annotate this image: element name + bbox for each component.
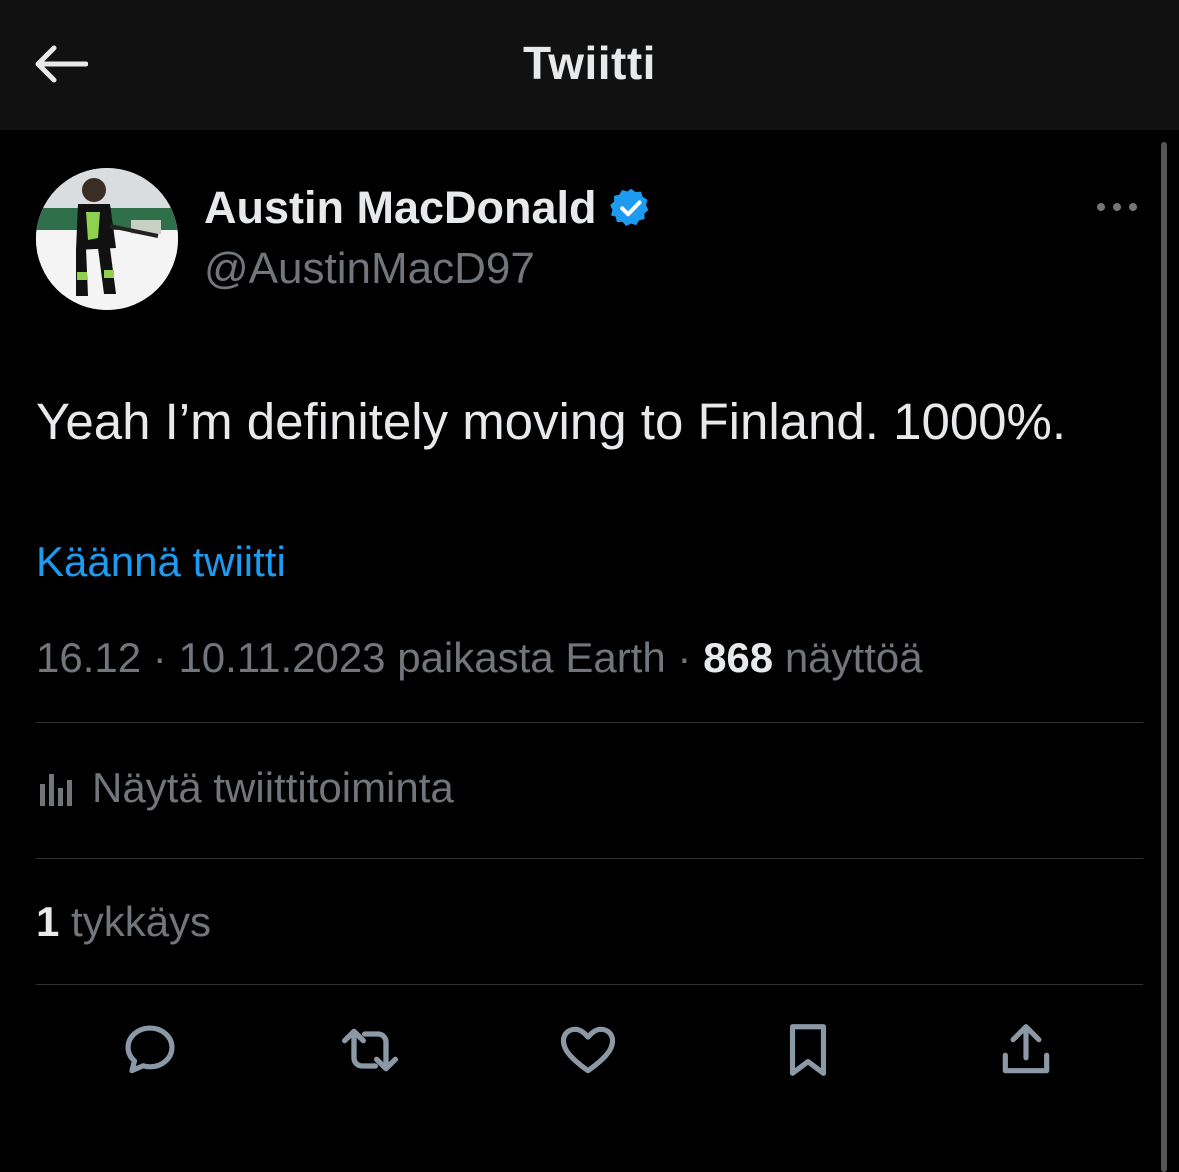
views-label: näyttöä xyxy=(784,634,923,681)
translate-tweet-link[interactable]: Käännä twiitti xyxy=(36,538,286,586)
speech-bubble-icon xyxy=(119,1019,181,1086)
tweet-date[interactable]: 10.11.2023 xyxy=(178,634,385,681)
bookmark-button[interactable] xyxy=(776,1020,840,1084)
likes-label: tykkäys xyxy=(71,898,212,945)
scrollbar[interactable] xyxy=(1161,142,1167,1172)
display-name: Austin MacDonald xyxy=(204,182,597,233)
verified-badge-icon xyxy=(609,186,653,230)
more-icon xyxy=(1095,200,1139,218)
top-bar: Twiitti xyxy=(0,0,1179,130)
more-options-button[interactable] xyxy=(1090,192,1144,226)
author-handle[interactable]: @AustinMacD97 xyxy=(204,244,535,294)
view-tweet-analytics-button[interactable]: Näytä twiittitoiminta xyxy=(36,760,454,816)
reply-button[interactable] xyxy=(118,1020,182,1084)
analytics-label: Näytä twiittitoiminta xyxy=(92,764,454,811)
analytics-icon xyxy=(36,768,76,808)
views-count: 868 xyxy=(703,634,774,681)
likes-summary[interactable]: 1 tykkäys xyxy=(36,898,211,946)
divider xyxy=(36,984,1143,985)
tweet-text: Yeah I’m definitely moving to Finland. 1… xyxy=(36,393,1067,450)
divider xyxy=(36,858,1143,859)
tweet-source: paikasta Earth xyxy=(397,634,666,681)
author-name[interactable]: Austin MacDonald xyxy=(204,182,653,234)
avatar[interactable] xyxy=(36,168,178,310)
retweet-icon xyxy=(338,1018,402,1087)
like-button[interactable] xyxy=(556,1020,620,1084)
tweet-metadata: 16.12 · 10.11.2023 paikasta Earth · 868 … xyxy=(36,634,923,681)
likes-count: 1 xyxy=(36,898,60,945)
retweet-button[interactable] xyxy=(338,1020,402,1084)
heart-icon xyxy=(557,1019,619,1086)
share-icon xyxy=(995,1019,1057,1086)
page-title: Twiitti xyxy=(523,37,656,89)
bookmark-icon xyxy=(777,1019,839,1086)
share-button[interactable] xyxy=(994,1020,1058,1084)
divider xyxy=(36,722,1143,723)
tweet-time[interactable]: 16.12 xyxy=(36,634,141,681)
